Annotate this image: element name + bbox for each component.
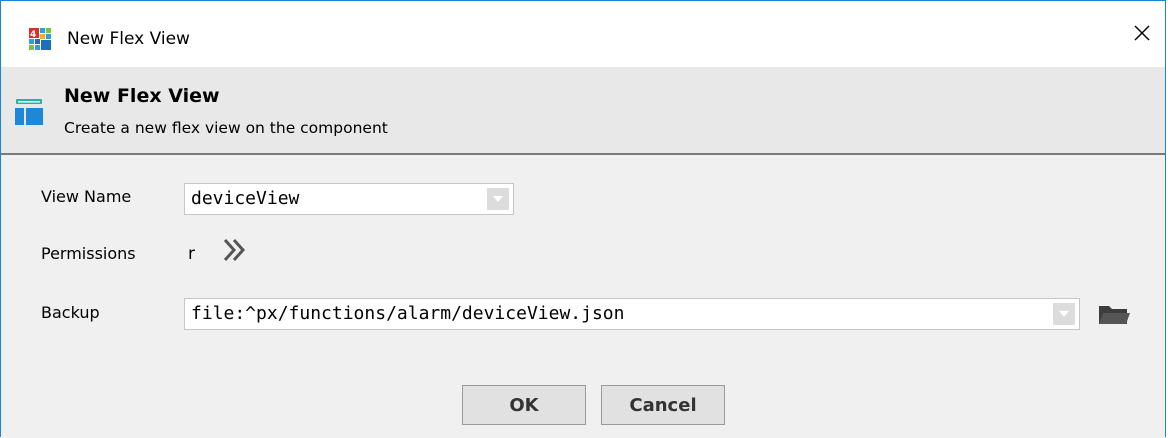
close-icon: [1133, 24, 1151, 46]
backup-value: file:^px/functions/alarm/deviceView.json: [191, 303, 625, 324]
browse-folder-button[interactable]: [1097, 302, 1131, 328]
view-name-combobox[interactable]: deviceView: [184, 183, 514, 215]
window-title: New Flex View: [67, 29, 190, 49]
permissions-edit-button[interactable]: [220, 235, 250, 265]
niagara-app-icon: 4: [29, 28, 51, 50]
dialog-form: View Name deviceView Permissions r Backu…: [1, 155, 1165, 438]
dialog-header-subtitle: Create a new flex view on the component: [64, 119, 388, 137]
dialog-header: New Flex View Create a new flex view on …: [1, 67, 1165, 155]
cancel-button[interactable]: Cancel: [601, 385, 725, 425]
double-chevron-right-icon: [223, 238, 246, 262]
flex-view-icon: [15, 99, 43, 127]
permissions-value: r: [188, 244, 195, 264]
folder-icon: [1099, 306, 1130, 324]
view-name-value: deviceView: [191, 188, 300, 209]
chevron-down-icon: [493, 196, 503, 202]
ok-button[interactable]: OK: [462, 385, 586, 425]
backup-combobox[interactable]: file:^px/functions/alarm/deviceView.json: [184, 298, 1080, 330]
view-name-dropdown-button[interactable]: [487, 188, 509, 210]
backup-dropdown-button[interactable]: [1053, 303, 1075, 325]
svg-text:4: 4: [30, 30, 36, 40]
dialog-header-title: New Flex View: [64, 85, 220, 107]
chevron-down-icon: [1059, 311, 1069, 317]
view-name-label: View Name: [41, 187, 132, 206]
permissions-label: Permissions: [41, 244, 136, 263]
backup-label: Backup: [41, 303, 100, 322]
close-button[interactable]: [1119, 15, 1165, 55]
new-flex-view-dialog: 4 New Flex View New Flex View Create a n…: [0, 0, 1166, 438]
title-bar[interactable]: 4 New Flex View: [1, 1, 1165, 67]
